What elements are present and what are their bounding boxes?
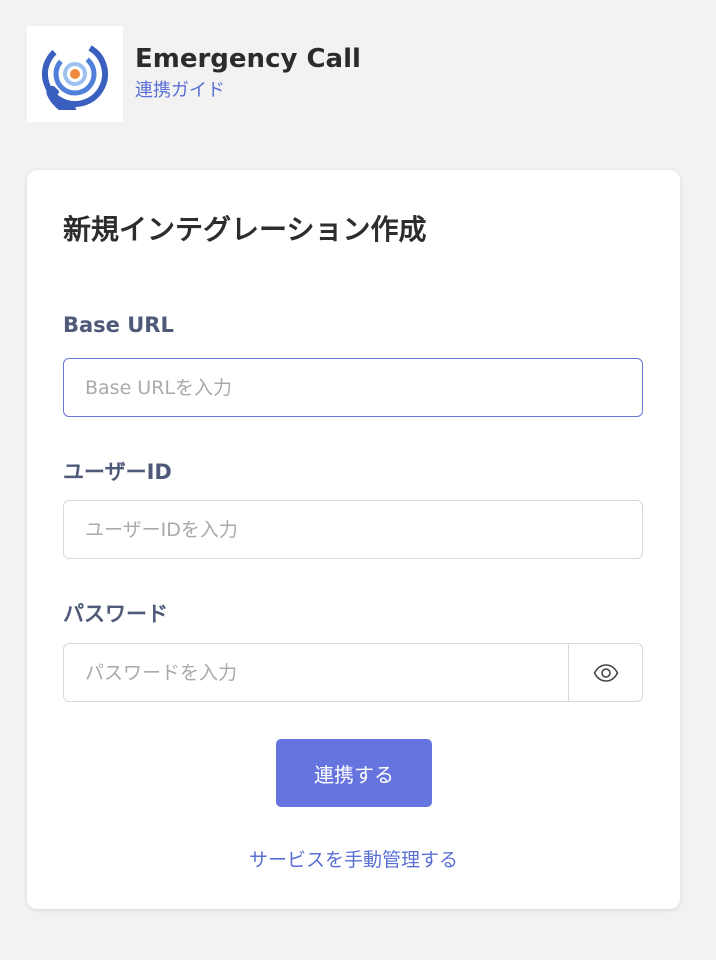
password-input[interactable] (64, 644, 568, 701)
integration-form-card: 新規インテグレーション作成 Base URL ユーザーID パスワード 連携する… (27, 170, 680, 909)
base-url-input[interactable] (63, 358, 643, 417)
manage-service-manually-link[interactable]: サービスを手動管理する (27, 845, 680, 872)
base-url-label: Base URL (63, 313, 174, 337)
app-header: Emergency Call 連携ガイド (27, 26, 361, 122)
user-id-label: ユーザーID (63, 460, 172, 484)
eye-icon (593, 663, 618, 682)
password-label: パスワード (63, 602, 168, 626)
integration-guide-link[interactable]: 連携ガイド (135, 76, 361, 102)
emergency-call-logo-icon (42, 41, 108, 110)
show-password-toggle[interactable] (568, 644, 642, 701)
app-logo (27, 26, 123, 122)
app-name: Emergency Call (135, 44, 361, 74)
user-id-input[interactable] (63, 500, 643, 559)
page-title: 新規インテグレーション作成 (63, 213, 427, 246)
password-field-group (63, 643, 643, 702)
connect-button[interactable]: 連携する (276, 739, 432, 807)
